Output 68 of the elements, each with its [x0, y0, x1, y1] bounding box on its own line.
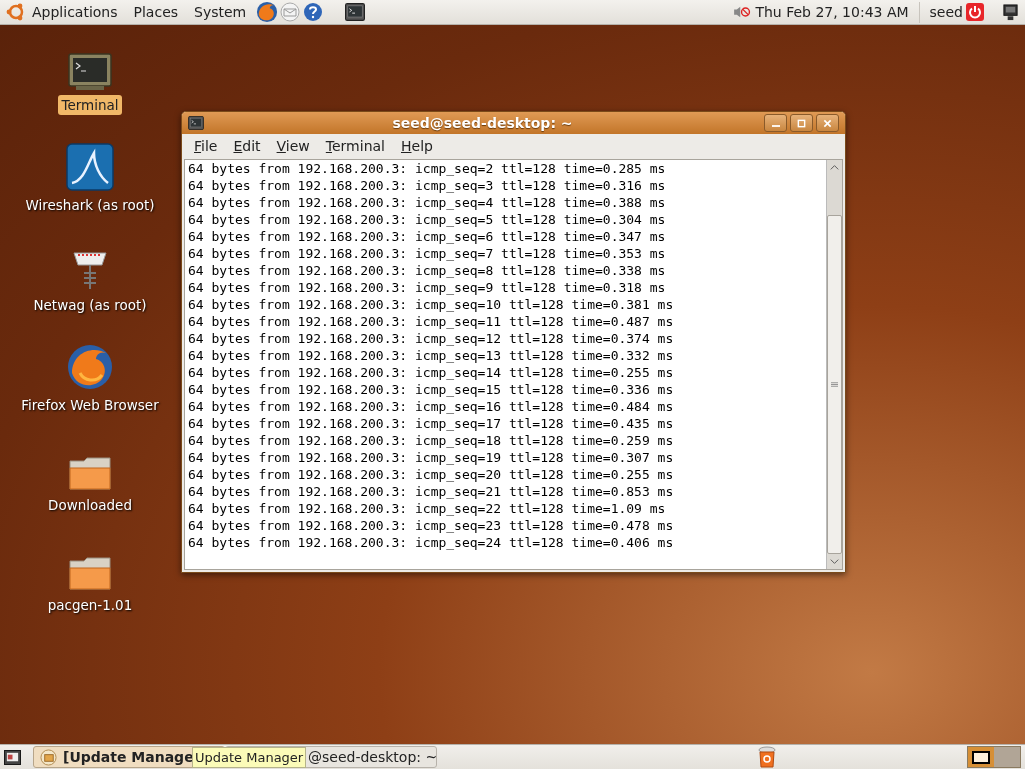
desktop-icon-label[interactable]: Wireshark (as root) [22, 195, 158, 216]
window-thumbnail [972, 750, 990, 764]
ubuntu-logo-icon[interactable] [6, 2, 26, 22]
terminal-line: 64 bytes from 192.168.200.3: icmp_seq=6 ttl=128 time=0.347 ms [188, 228, 666, 245]
minimize-icon [771, 125, 780, 127]
terminal-line: 64 bytes from 192.168.200.3: icmp_seq=10 ttl=128 time=0.381 ms [188, 296, 674, 313]
menu-item[interactable]: Edit [225, 136, 269, 157]
clock[interactable]: Thu Feb 27, 10:43 AM [755, 1, 920, 23]
terminal-line: 64 bytes from 192.168.200.3: icmp_seq=15 ttl=128 time=0.336 ms [188, 381, 674, 398]
terminal-line: 64 bytes from 192.168.200.3: icmp_seq=2 ttl=128 time=0.285 ms [188, 160, 666, 177]
terminal-line: 64 bytes from 192.168.200.3: icmp_seq=20 ttl=128 time=0.255 ms [188, 466, 674, 483]
globe-fox-icon[interactable] [256, 1, 279, 23]
terminal-line: 64 bytes from 192.168.200.3: icmp_seq=23 ttl=128 time=0.478 ms [188, 517, 674, 534]
scrollbar[interactable] [826, 160, 842, 569]
panel-menu[interactable]: Places [133, 1, 179, 23]
folder-icon [68, 555, 112, 591]
panel-menu[interactable]: System [194, 1, 247, 23]
workspace[interactable] [968, 747, 994, 767]
terminal-line: 64 bytes from 192.168.200.3: icmp_seq=5 ttl=128 time=0.304 ms [188, 211, 666, 228]
power-icon[interactable] [966, 3, 984, 21]
desktop-icon-label[interactable]: Netwag (as root) [30, 295, 150, 316]
terminal-line: 64 bytes from 192.168.200.3: icmp_seq=8 ttl=128 time=0.338 ms [188, 262, 666, 279]
terminal-line: 64 bytes from 192.168.200.3: icmp_seq=16 ttl=128 time=0.484 ms [188, 398, 674, 415]
terminal-line: 64 bytes from 192.168.200.3: icmp_seq=4 ttl=128 time=0.388 ms [188, 194, 666, 211]
maximize-icon [797, 118, 806, 128]
desktop-icon-label[interactable]: Downloaded [45, 495, 135, 516]
desktop-icon-label[interactable]: Firefox Web Browser [18, 395, 162, 416]
terminal-line: 64 bytes from 192.168.200.3: icmp_seq=3 ttl=128 time=0.316 ms [188, 177, 666, 194]
show-desktop-icon[interactable] [4, 749, 21, 765]
terminal-line: 64 bytes from 192.168.200.3: icmp_seq=12 ttl=128 time=0.374 ms [188, 330, 674, 347]
help-icon[interactable] [303, 2, 324, 22]
panel-menu[interactable]: Applications [32, 1, 118, 23]
package-icon [40, 748, 57, 766]
maximize-button[interactable] [790, 114, 813, 132]
terminal-line: 64 bytes from 192.168.200.3: icmp_seq=18 ttl=128 time=0.259 ms [188, 432, 674, 449]
menu-item[interactable]: View [268, 136, 318, 157]
close-button[interactable] [816, 114, 839, 132]
desktop-icon-label[interactable]: pacgen-1.01 [44, 595, 136, 616]
folder-icon [68, 455, 112, 491]
terminal-line: 64 bytes from 192.168.200.3: icmp_seq=9 ttl=128 time=0.318 ms [188, 279, 666, 296]
terminal-line: 64 bytes from 192.168.200.3: icmp_seq=7 ttl=128 time=0.353 ms [188, 245, 666, 262]
menu-item[interactable]: Terminal [317, 136, 393, 157]
network-icon[interactable] [1002, 3, 1019, 21]
terminal-launcher-icon [345, 3, 366, 21]
scrollbar-thumb[interactable] [827, 215, 842, 554]
globe-fox-icon [66, 343, 114, 391]
terminal-window-icon [188, 116, 204, 130]
trash-icon[interactable] [757, 746, 777, 768]
menu-item[interactable]: Help [393, 136, 441, 157]
shark-fin-icon [66, 143, 114, 191]
router-icon [70, 249, 110, 291]
muted-speaker-icon[interactable] [733, 5, 752, 19]
terminal-line: 64 bytes from 192.168.200.3: icmp_seq=14 ttl=128 time=0.255 ms [188, 364, 674, 381]
terminal-line: 64 bytes from 192.168.200.3: icmp_seq=13 ttl=128 time=0.332 ms [188, 347, 674, 364]
terminal-line: 64 bytes from 192.168.200.3: icmp_seq=19 ttl=128 time=0.307 ms [188, 449, 674, 466]
terminal-line: 64 bytes from 192.168.200.3: icmp_seq=21 ttl=128 time=0.853 ms [188, 483, 674, 500]
menu-item[interactable]: File [186, 136, 226, 157]
close-icon [823, 118, 832, 128]
terminal-line: 64 bytes from 192.168.200.3: icmp_seq=11 ttl=128 time=0.487 ms [188, 313, 674, 330]
tooltip: Update Manager [192, 747, 307, 768]
terminal-line: 64 bytes from 192.168.200.3: icmp_seq=22 ttl=128 time=1.09 ms [188, 500, 666, 517]
window-title: seed@seed-desktop: ~ [391, 113, 574, 133]
minimize-button[interactable] [764, 114, 787, 132]
monitor-icon [68, 53, 112, 91]
desktop-icon-label[interactable]: Terminal [58, 95, 122, 116]
terminal-line: 64 bytes from 192.168.200.3: icmp_seq=24 ttl=128 time=0.406 ms [188, 534, 674, 551]
terminal-line: 64 bytes from 192.168.200.3: icmp_seq=17 ttl=128 time=0.435 ms [188, 415, 674, 432]
user-name[interactable]: seed [929, 1, 963, 23]
